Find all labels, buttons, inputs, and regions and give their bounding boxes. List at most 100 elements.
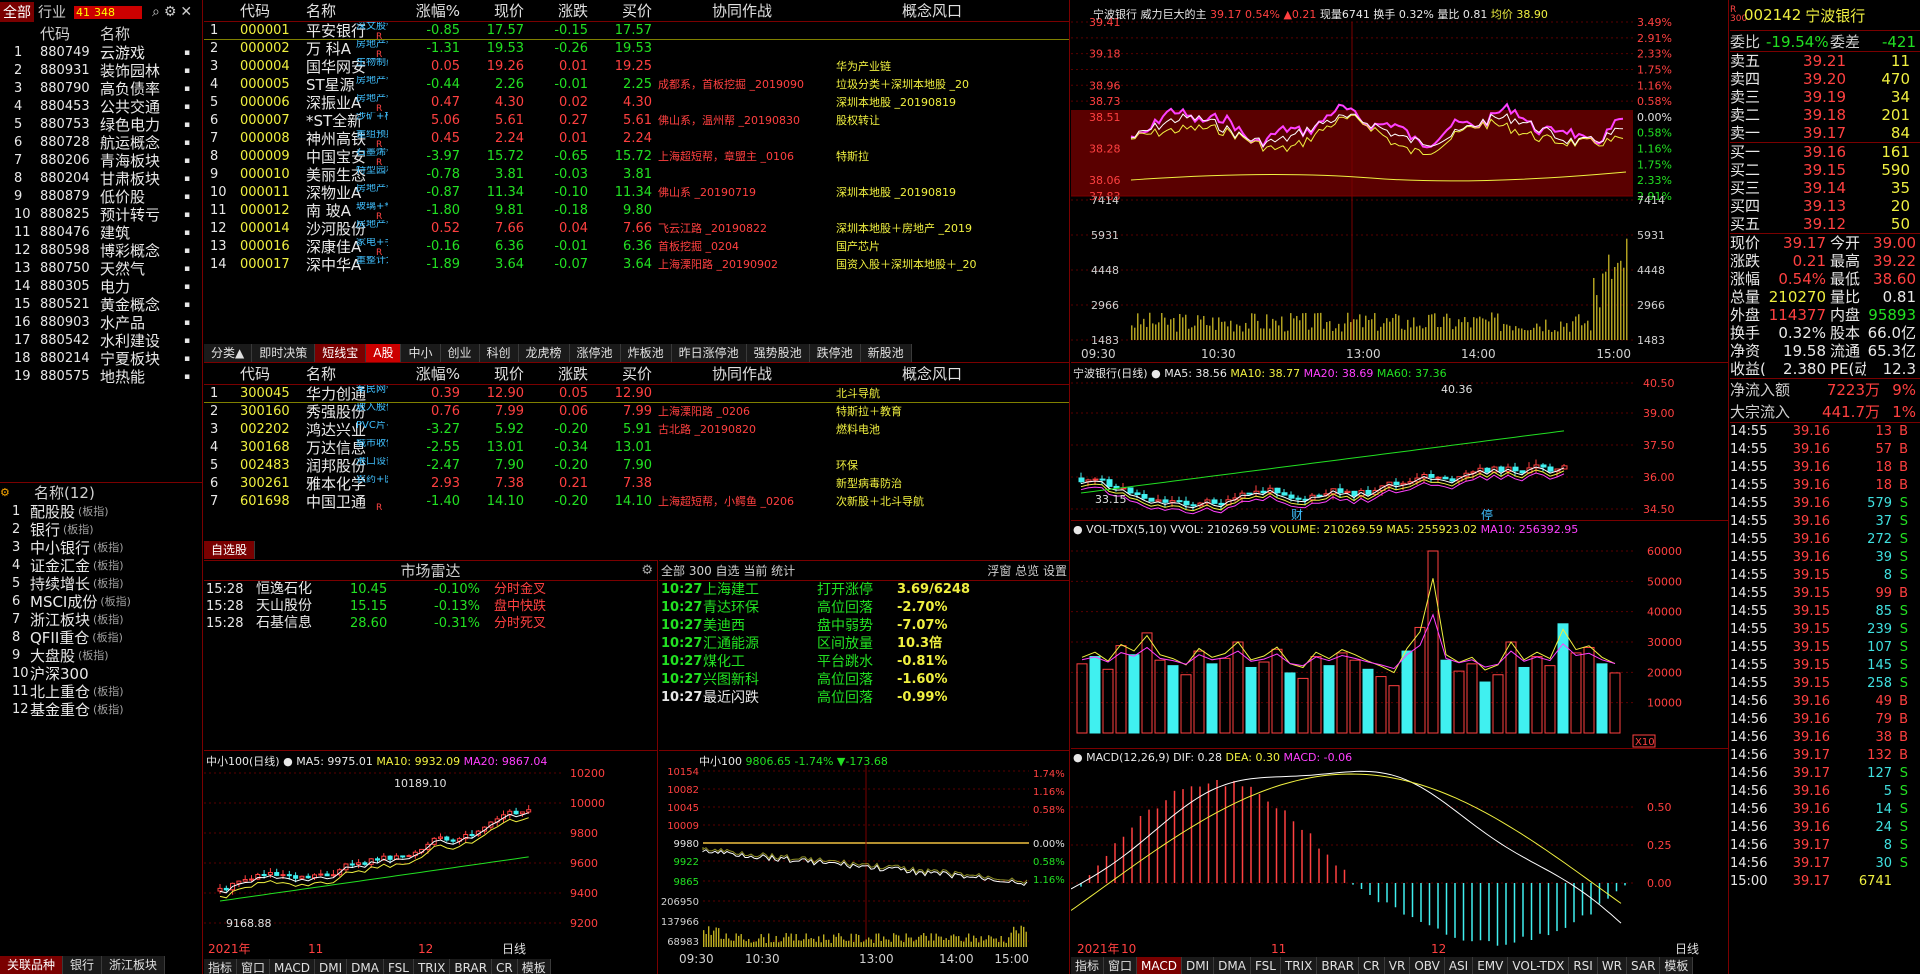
intraday-chart[interactable]: 3.49% 2.91% 2.33% 1.75% 1.16% 0.58% 0.00% 0.58%… bbox=[1071, 0, 1729, 362]
alert-row[interactable]: 10:27 最近闪跌 高位回落 -0.99% bbox=[659, 689, 1069, 707]
indicator-tab[interactable]: 模板 bbox=[1660, 957, 1694, 974]
block-row[interactable]: 10 沪深300 bbox=[0, 665, 202, 683]
kline-chart[interactable]: 40.50 39.00 37.50 36.00 34.50 40.36 33.15 财 停 bbox=[1071, 363, 1729, 520]
blocks-header-label[interactable]: 名称(12) bbox=[34, 483, 95, 503]
stock-row[interactable]: 4 300168 万达信息城市收信 -2.55 13.01 -0.34 13.01 bbox=[204, 439, 1069, 457]
indicator-tab[interactable]: OBV bbox=[1410, 957, 1445, 974]
alert-row[interactable]: 10:27 上海建工 打开涨停 3.69/6248 bbox=[659, 581, 1069, 599]
alerts-filter-tabs[interactable]: 全部 300 自选 当前 统计 bbox=[661, 561, 795, 580]
index-kline-chart[interactable]: 10200 10000 9800 9600 9400 9200 10189.10 9168.8… bbox=[204, 751, 658, 974]
indicator-tab[interactable]: BRAR bbox=[1317, 957, 1360, 974]
left-bottom-tab[interactable]: 关联品种 bbox=[0, 956, 64, 974]
category-tab[interactable]: 中小 bbox=[401, 344, 441, 362]
sector-row[interactable]: 11 880476 建筑 ▪ bbox=[0, 224, 202, 242]
column-header[interactable]: 涨幅% bbox=[388, 0, 460, 21]
stock-row[interactable]: 5 000006 深振业A 房地产* R 0.47 4.30 0.02 4.30 深圳本地股 _2… bbox=[204, 94, 1069, 112]
tab-watchlist[interactable]: 自选股 bbox=[204, 541, 256, 559]
radar-row[interactable]: 15:28 天山股份 15.15 -0.13% 盘中快跌 bbox=[204, 598, 657, 615]
stock-row[interactable]: 9 000010 美丽生态特型园林 -0.78 3.81 -0.03 3.81 bbox=[204, 166, 1069, 184]
sector-row[interactable]: 1 880749 云游戏 ▪ bbox=[0, 44, 202, 62]
column-header[interactable]: 概念风口 bbox=[832, 0, 1032, 21]
header-code[interactable]: 代码 bbox=[40, 24, 100, 44]
sector-row[interactable]: 7 880206 青海板块 ▪ bbox=[0, 152, 202, 170]
radar-row[interactable]: 15:28 恒逸石化 10.45 -0.10% 分时金叉 bbox=[204, 581, 657, 598]
indicator-tab[interactable]: BRAR bbox=[450, 959, 493, 974]
alert-row[interactable]: 10:27 美迪西 盘中弱势 -7.07% bbox=[659, 617, 1069, 635]
sector-row[interactable]: 12 880598 博彩概念 ▪ bbox=[0, 242, 202, 260]
category-tab[interactable]: 强势股池 bbox=[746, 344, 810, 362]
stock-row[interactable]: 7 601698 中国卫通 R -1.40 14.10 -0.20 14.10 上海超短帮，小鳄… bbox=[204, 493, 1069, 511]
sector-row[interactable]: 4 880453 公共交通 ▪ bbox=[0, 98, 202, 116]
sector-row[interactable]: 13 880750 天然气 ▪ bbox=[0, 260, 202, 278]
tab-industry[interactable]: 行业 bbox=[34, 2, 70, 22]
sector-row[interactable]: 5 880753 绿色电力 ▪ bbox=[0, 116, 202, 134]
alerts-options[interactable]: 浮窗 总览 设置 bbox=[987, 561, 1067, 580]
indicator-tab[interactable]: CR bbox=[492, 959, 518, 974]
bid-level[interactable]: 买五 39.12 50 bbox=[1730, 215, 1920, 233]
ask-level[interactable]: 卖五 39.21 11 bbox=[1730, 52, 1920, 70]
gear-icon[interactable]: ⚙ bbox=[164, 4, 177, 20]
stock-row[interactable]: 13 000016 深康佳A家电+手?R -0.16 6.36 -0.01 6.36 首板挖掘… bbox=[204, 238, 1069, 256]
indicator-tab[interactable]: TRIX bbox=[413, 959, 451, 974]
sector-row[interactable]: 6 880728 航运概念 ▪ bbox=[0, 134, 202, 152]
sector-row[interactable]: 14 880305 电力 ▪ bbox=[0, 278, 202, 296]
category-tab[interactable]: 新股池 bbox=[860, 344, 912, 362]
bid-level[interactable]: 买三 39.14 35 bbox=[1730, 179, 1920, 197]
index-intraday-chart[interactable]: 10154 1.74% 10082 1.16% 10045 0.58% 10009 0.00%… bbox=[659, 751, 1070, 974]
stock-row[interactable]: 6 000007 *ST全新涉矿+核? 5.06 5.61 0.27 5.61 佛山系，温州帮… bbox=[204, 112, 1069, 130]
indicator-tab[interactable]: MACD bbox=[270, 959, 316, 974]
column-header[interactable]: 现价 bbox=[460, 363, 524, 384]
search-icon[interactable]: ⌕ bbox=[152, 4, 160, 20]
indicator-tab[interactable]: CR bbox=[1359, 957, 1385, 974]
macd-chart[interactable]: 0.50 0.25 0.00 2021年 10 11 12 日线 bbox=[1071, 749, 1729, 974]
stock-row[interactable]: 3 000004 国华网安生物制药 0.05 19.26 0.01 19.25 华为产业链 bbox=[204, 58, 1069, 76]
ask-level[interactable]: 卖一 39.17 84 bbox=[1730, 124, 1920, 142]
volume-chart[interactable]: 60000 50000 40000 30000 20000 10000 X10 bbox=[1071, 521, 1729, 748]
column-header[interactable]: 买价 bbox=[588, 0, 652, 21]
header-name[interactable]: 名称 bbox=[100, 24, 180, 44]
indicator-tab[interactable]: TRIX bbox=[1280, 957, 1318, 974]
category-tab[interactable]: 即时决策 bbox=[252, 344, 316, 362]
block-row[interactable]: 5 持续增长 (板指) bbox=[0, 575, 202, 593]
radar-settings-icon[interactable]: ⚙ bbox=[641, 563, 653, 578]
ask-level[interactable]: 卖二 39.18 201 bbox=[1730, 106, 1920, 124]
stock-row[interactable]: 5 002483 润邦股份港口设备 -2.47 7.90 -0.20 7.90 环保 bbox=[204, 457, 1069, 475]
stock-row[interactable]: 3 002202 鸿达兴业PVC片+土 -3.27 5.92 -0.20 5.91 古北路 _… bbox=[204, 421, 1069, 439]
block-row[interactable]: 1 配股股 (板指) bbox=[0, 503, 202, 521]
column-header[interactable]: 代码 bbox=[240, 363, 306, 384]
ask-level[interactable]: 卖三 39.19 34 bbox=[1730, 88, 1920, 106]
column-header[interactable]: 现价 bbox=[460, 0, 524, 21]
block-row[interactable]: 3 中小银行 (板指) bbox=[0, 539, 202, 557]
block-row[interactable]: 12 基金重仓 (板指) bbox=[0, 701, 202, 719]
stock-row[interactable]: 11 000012 南 玻A 玻璃+*?R -1.80 9.81 -0.18 9.80 bbox=[204, 202, 1069, 220]
indicator-tab[interactable]: 指标 bbox=[1071, 957, 1105, 974]
ask-level[interactable]: 卖四 39.20 470 bbox=[1730, 70, 1920, 88]
indicator-tab[interactable]: DMA bbox=[1214, 957, 1251, 974]
indicator-tab[interactable]: 指标 bbox=[204, 959, 238, 974]
stock-row[interactable]: 4 000005 ST星源 房地产* -0.44 2.26 -0.01 2.25 成都系，首板挖… bbox=[204, 76, 1069, 94]
stock-row[interactable]: 2 000002 万 科A 房地产* R -1.31 19.53 -0.26 19.53 bbox=[204, 40, 1069, 58]
category-tab[interactable]: 涨停池 bbox=[569, 344, 621, 362]
radar-row[interactable]: 15:28 石基信息 28.60 -0.31% 分时死叉 bbox=[204, 615, 657, 632]
indicator-tab[interactable]: 窗口 bbox=[237, 959, 271, 974]
indicator-tab[interactable]: FSL bbox=[1250, 957, 1281, 974]
column-header[interactable]: 涨幅% bbox=[388, 363, 460, 384]
stock-row[interactable]: 7 000008 神州高铁重组预期R 0.45 2.24 0.01 2.24 bbox=[204, 130, 1069, 148]
column-header[interactable]: 名称 bbox=[306, 363, 388, 384]
indicator-tab[interactable]: MACD bbox=[1137, 957, 1183, 974]
column-header[interactable]: 代码 bbox=[240, 0, 306, 21]
close-icon[interactable]: ✕ bbox=[180, 4, 192, 20]
block-row[interactable]: 4 证金汇金 (板指) bbox=[0, 557, 202, 575]
column-header[interactable]: 涨跌 bbox=[524, 363, 588, 384]
sector-row[interactable]: 16 880903 水产品 ▪ bbox=[0, 314, 202, 332]
category-tab[interactable]: 炸板池 bbox=[620, 344, 672, 362]
indicator-tab[interactable]: ASI bbox=[1444, 957, 1474, 974]
sector-row[interactable]: 15 880521 黄金概念 ▪ bbox=[0, 296, 202, 314]
block-row[interactable]: 9 大盘股 (板指) bbox=[0, 647, 202, 665]
indicator-tab[interactable]: EMV bbox=[1473, 957, 1509, 974]
indicator-tab[interactable]: SAR bbox=[1627, 957, 1661, 974]
sector-row[interactable]: 8 880204 甘肃板块 ▪ bbox=[0, 170, 202, 188]
category-tab[interactable]: 短线宝 bbox=[315, 344, 367, 362]
block-row[interactable]: 6 MSCI成份 (板指) bbox=[0, 593, 202, 611]
indicator-tab[interactable]: VOL-TDX bbox=[1508, 957, 1570, 974]
